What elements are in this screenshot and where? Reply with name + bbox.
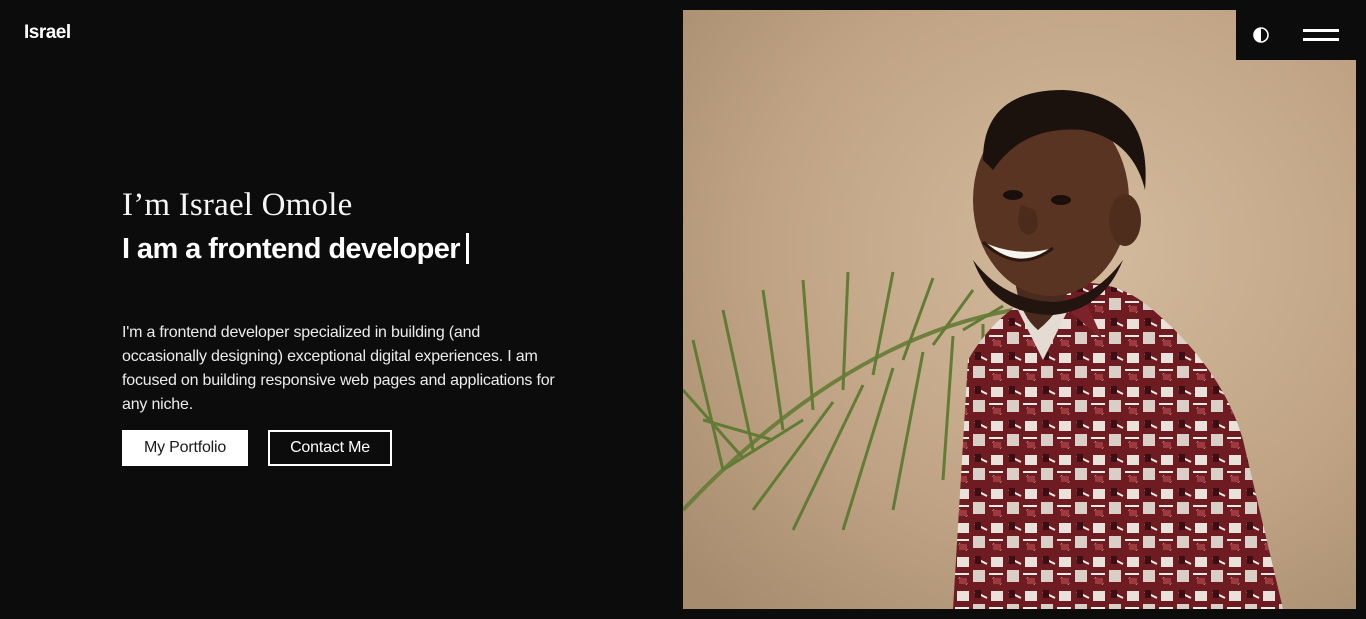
top-controls [1236, 10, 1356, 60]
hero-intro: I'm a frontend developer specialized in … [122, 324, 555, 413]
contact-button[interactable]: Contact Me [268, 430, 392, 466]
hero-buttons: My Portfolio Contact Me [122, 430, 392, 466]
brand-logo[interactable]: Israel [24, 22, 71, 44]
contrast-icon[interactable] [1253, 27, 1269, 43]
typing-cursor [465, 233, 469, 264]
menu-line-top [1303, 29, 1339, 32]
portrait-illustration [683, 10, 1356, 609]
menu-line-bottom [1303, 38, 1339, 41]
hamburger-menu-icon[interactable] [1303, 27, 1339, 43]
profile-photo [683, 10, 1356, 609]
hero-section: I’m Israel Omole I am a frontend develop… [122, 186, 562, 417]
portfolio-button[interactable]: My Portfolio [122, 430, 249, 466]
page: Israel I’m Israel Omole I am a frontend … [0, 0, 1366, 619]
hero-role: I am a frontend developer [122, 233, 461, 265]
hero-role-line: I am a frontend developer [122, 232, 562, 266]
hero-greeting: I’m Israel Omole [122, 187, 353, 223]
